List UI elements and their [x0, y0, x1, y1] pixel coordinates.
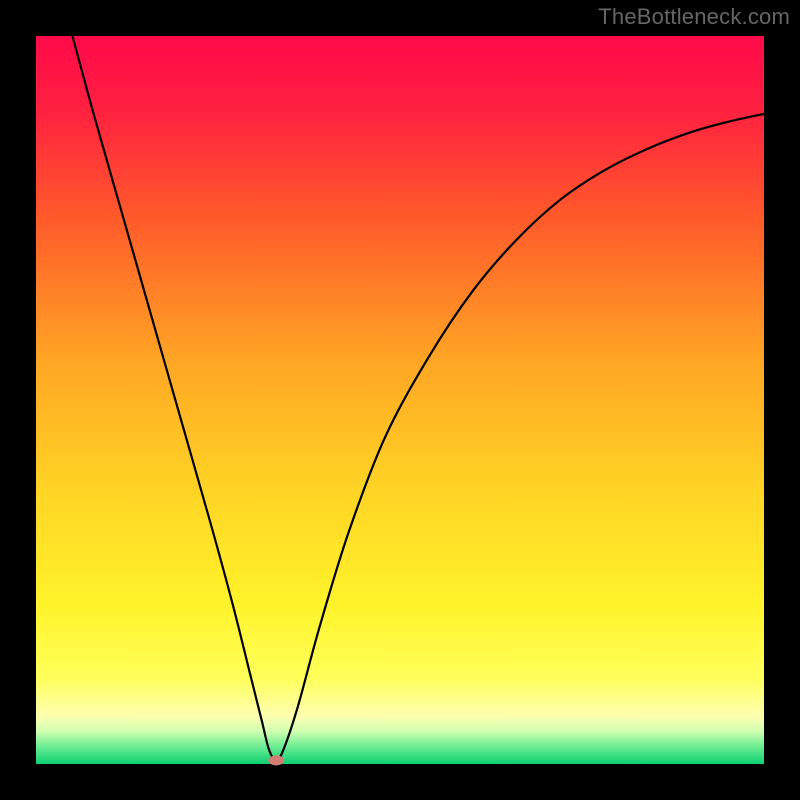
optimal-point-marker: [268, 755, 284, 765]
watermark-text: TheBottleneck.com: [598, 4, 790, 30]
chart-container: TheBottleneck.com: [0, 0, 800, 800]
bottleneck-chart: [0, 0, 800, 800]
